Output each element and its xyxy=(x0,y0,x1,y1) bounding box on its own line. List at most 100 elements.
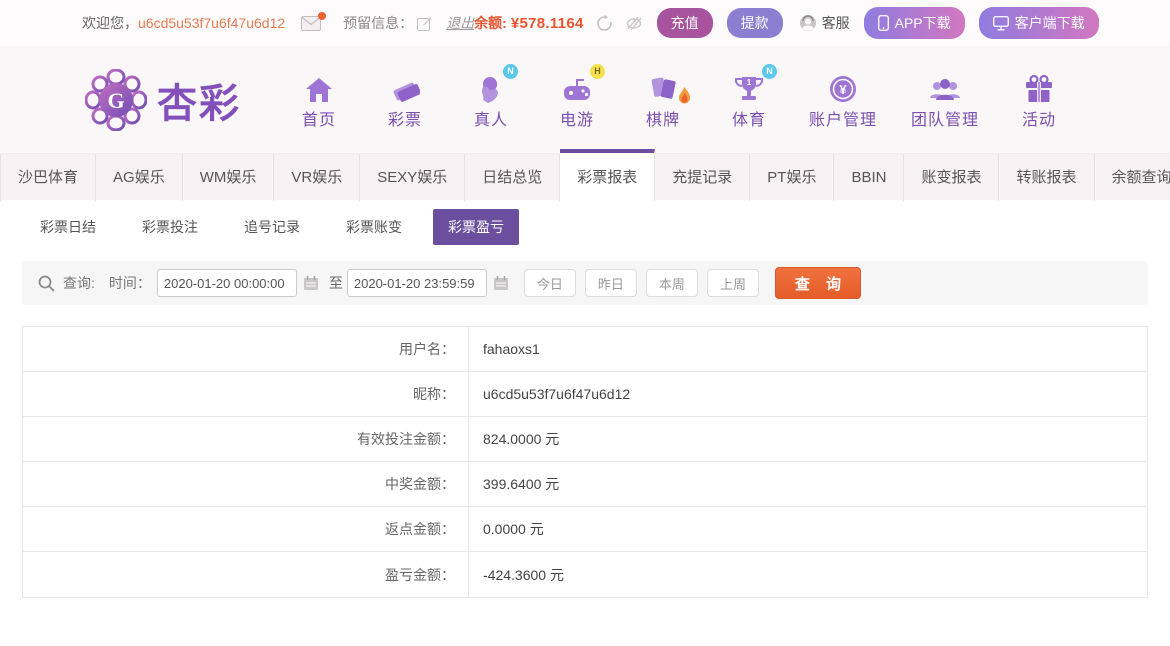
tab-item[interactable]: PT娱乐 xyxy=(750,154,835,201)
main-nav: 首页 彩票 N 真人 H 电游 棋牌 1 N 体育 ¥ 账户管理 团队管理 活动 xyxy=(293,63,1065,130)
gamepad-icon xyxy=(564,78,590,100)
person-icon xyxy=(482,76,498,103)
row-value: 399.6400 元 xyxy=(483,476,560,492)
quick-yesterday-button[interactable]: 昨日 xyxy=(584,269,637,297)
row-value: u6cd5u53f7u6f47u6d12 xyxy=(483,386,631,402)
balance-value: ¥578.1164 xyxy=(510,14,584,32)
header: G 杏彩 首页 彩票 N 真人 H 电游 棋牌 1 N 体育 ¥ 账户管理 团队… xyxy=(0,46,1170,153)
tab-item[interactable]: 充提记录 xyxy=(655,154,751,201)
tab-item[interactable]: AG娱乐 xyxy=(96,154,183,201)
subtab-item[interactable]: 追号记录 xyxy=(229,209,315,245)
nav-item-account[interactable]: ¥ 账户管理 xyxy=(809,70,877,130)
tab-item[interactable]: BBIN xyxy=(834,154,905,201)
flower-logo-icon: G xyxy=(85,68,147,131)
tab-item[interactable]: WM娱乐 xyxy=(183,154,275,201)
subtab-item[interactable]: 彩票投注 xyxy=(127,209,213,245)
lottery-subtabs: 彩票日结 彩票投注 追号记录 彩票账变 彩票盈亏 xyxy=(0,200,1170,253)
trophy-icon: 1 xyxy=(734,76,764,100)
client-download-label: 客户端下载 xyxy=(1014,15,1085,31)
brand-logo[interactable]: G 杏彩 xyxy=(85,68,241,131)
row-label: 昵称： xyxy=(23,372,469,416)
nav-item-egames[interactable]: H 电游 xyxy=(551,63,605,130)
quick-today-button[interactable]: 今日 xyxy=(523,269,576,297)
refresh-icon[interactable] xyxy=(596,14,613,32)
row-value: 824.0000 元 xyxy=(483,431,560,447)
time-label: 时间： xyxy=(108,275,151,291)
calendar-icon[interactable] xyxy=(493,275,509,291)
table-row: 盈亏金额： -424.3600 元 xyxy=(23,552,1147,597)
nav-label: 团队管理 xyxy=(911,111,980,129)
nav-label: 账户管理 xyxy=(809,111,878,129)
subtab-item[interactable]: 彩票账变 xyxy=(331,209,417,245)
nav-label: 活动 xyxy=(1022,111,1057,129)
app-download-label: APP下载 xyxy=(894,15,951,31)
nav-label: 真人 xyxy=(473,111,508,129)
calendar-icon[interactable] xyxy=(303,275,319,291)
tab-item[interactable]: SEXY娱乐 xyxy=(360,154,466,201)
nav-item-team[interactable]: 团队管理 xyxy=(911,70,979,130)
nav-item-sports[interactable]: 1 N 体育 xyxy=(723,63,777,130)
table-row: 中奖金额： 399.6400 元 xyxy=(23,462,1147,507)
client-download-button[interactable]: 客户端下载 xyxy=(978,7,1099,39)
row-value: 0.0000 元 xyxy=(483,521,544,537)
row-label: 返点金额： xyxy=(23,507,469,551)
report-tabs: 沙巴体育 AG娱乐 WM娱乐 VR娱乐 SEXY娱乐 日结总览 彩票报表 充提记… xyxy=(0,149,1170,201)
date-from-input[interactable] xyxy=(156,269,297,297)
tab-item[interactable]: 日结总览 xyxy=(465,154,561,201)
date-to-input[interactable] xyxy=(346,269,487,297)
row-label: 盈亏金额： xyxy=(23,552,469,597)
customer-service-label: 客服 xyxy=(821,15,850,31)
tab-item[interactable]: VR娱乐 xyxy=(274,154,361,201)
welcome-prefix: 欢迎您， xyxy=(82,15,138,31)
flame-icon xyxy=(677,86,692,110)
query-submit-button[interactable]: 查 询 xyxy=(774,267,861,299)
eye-slash-icon[interactable] xyxy=(625,16,643,31)
nav-item-home[interactable]: 首页 xyxy=(293,70,345,130)
reserved-info-label: 预留信息： xyxy=(343,15,414,31)
quick-this-week-button[interactable]: 本周 xyxy=(645,269,698,297)
quick-last-week-button[interactable]: 上周 xyxy=(706,269,759,297)
table-row: 返点金额： 0.0000 元 xyxy=(23,507,1147,552)
mail-unread-dot xyxy=(318,11,327,20)
logout-link[interactable]: 退出 xyxy=(446,13,474,33)
nav-item-cards[interactable]: 棋牌 xyxy=(637,70,692,130)
home-icon xyxy=(306,77,332,102)
app-download-button[interactable]: APP下载 xyxy=(863,7,965,39)
withdraw-button[interactable]: 提款 xyxy=(726,8,783,38)
badge-new: N xyxy=(503,63,518,79)
subtab-item-active[interactable]: 彩票盈亏 xyxy=(433,208,519,245)
magnifier-icon xyxy=(38,275,55,292)
query-toolbar: 查询: 时间： 至 今日 昨日 本周 上周 查 询 xyxy=(22,261,1148,305)
nav-item-lottery[interactable]: 彩票 xyxy=(379,70,431,130)
team-icon xyxy=(930,78,961,100)
nav-label: 电游 xyxy=(559,111,594,129)
subtab-item[interactable]: 彩票日结 xyxy=(25,209,111,245)
row-label: 用户名： xyxy=(23,327,469,371)
edit-icon[interactable] xyxy=(417,16,432,31)
brand-name: 杏彩 xyxy=(157,81,241,126)
phone-icon xyxy=(877,15,889,31)
svg-text:G: G xyxy=(107,88,124,113)
row-value: fahaoxs1 xyxy=(483,341,540,357)
svg-text:1: 1 xyxy=(747,78,752,87)
customer-service-link[interactable]: 客服 xyxy=(799,13,850,33)
recharge-button[interactable]: 充值 xyxy=(656,8,713,38)
tab-item[interactable]: 余额查询 xyxy=(1095,154,1170,201)
headset-icon xyxy=(799,15,816,31)
welcome-username: u6cd5u53f7u6f47u6d12 xyxy=(138,15,286,31)
ticket-icon xyxy=(393,82,420,102)
tab-item[interactable]: 转账报表 xyxy=(999,154,1095,201)
nav-item-promotions[interactable]: 活动 xyxy=(1013,70,1065,130)
row-label: 中奖金额： xyxy=(23,462,469,506)
nav-label: 首页 xyxy=(301,111,336,129)
badge-hot: H xyxy=(590,63,605,79)
range-separator: 至 xyxy=(328,275,343,291)
nav-label: 棋牌 xyxy=(645,111,680,129)
balance-label: 余额: xyxy=(474,15,507,31)
nav-item-live[interactable]: N 真人 xyxy=(465,63,518,130)
nav-label: 彩票 xyxy=(387,111,422,129)
tab-item[interactable]: 沙巴体育 xyxy=(0,154,97,201)
tab-item-active[interactable]: 彩票报表 xyxy=(560,149,656,201)
mail-icon[interactable] xyxy=(301,11,327,31)
tab-item[interactable]: 账变报表 xyxy=(904,154,1000,201)
